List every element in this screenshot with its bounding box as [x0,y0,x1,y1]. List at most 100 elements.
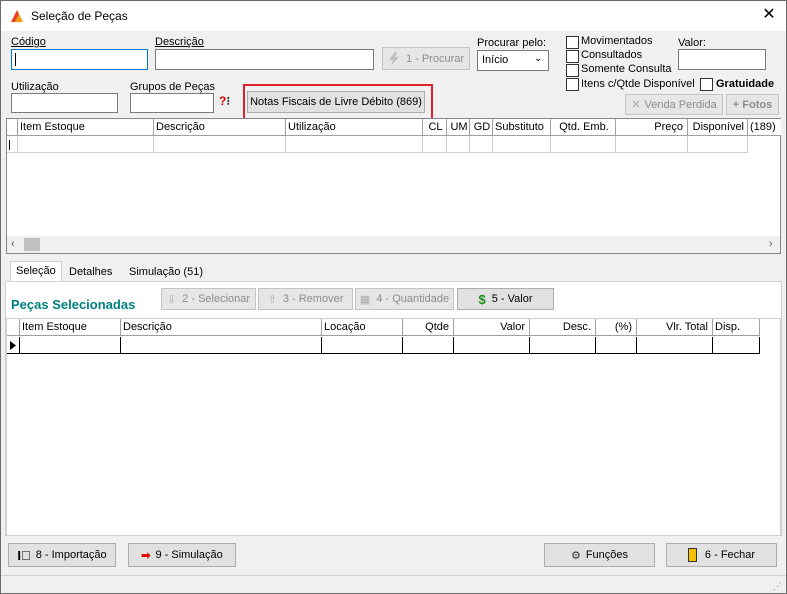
col-disponivel[interactable]: Disponível [688,119,748,136]
col-utilizacao[interactable]: Utilização [286,119,423,136]
app-logo-icon [11,10,23,22]
remover-button[interactable]: ⇧ 3 - Remover [258,288,353,310]
col-gd[interactable]: GD [470,119,493,136]
valor-button[interactable]: $5 - Valor [457,288,554,310]
table-cell[interactable] [713,337,760,354]
table-cell[interactable] [688,136,748,153]
import-icon: Ι⃝ [17,547,31,563]
help-lookup-icon[interactable]: ?⁝ [219,94,239,112]
functions-icon: ⚙ [570,549,581,562]
col-percent[interactable]: (%) [596,319,637,336]
itens-qtde-checkbox[interactable] [566,78,579,91]
resize-grip-icon[interactable]: ⋰ [773,581,782,592]
descricao-input[interactable] [155,49,374,70]
col-qtd-emb[interactable]: Qtd. Emb. [551,119,616,136]
table-cell[interactable] [403,337,454,354]
valor-input[interactable] [678,49,766,70]
text-cursor [15,53,16,66]
table-cell[interactable] [470,136,493,153]
procurar-pelo-label: Procurar pelo: [477,37,547,49]
col-desc[interactable]: Desc. [530,319,596,336]
table-cell[interactable] [551,136,616,153]
somente-consulta-label: Somente Consulta [581,63,672,75]
tab-detalhes[interactable]: Detalhes [64,263,117,281]
no-sale-icon: ✕ [631,99,641,111]
tab-simulacao[interactable]: Simulação (51) [124,263,208,281]
notas-fiscais-button[interactable]: Notas Fiscais de Livre Débito (869) [247,91,425,113]
procurar-pelo-select[interactable]: Início ⌄ [477,50,549,71]
arrow-right-icon: ➡ [141,549,151,562]
fotos-button[interactable]: + Fotos [726,94,779,115]
row-indicator-header [7,119,18,136]
col-locacao[interactable]: Locação [322,319,403,336]
venda-perdida-button[interactable]: ✕ Venda Perdida [625,94,723,115]
title-bar: Seleção de Peças ✕ [1,1,786,31]
selecionar-button[interactable]: ⇩ 2 - Selecionar [161,288,256,310]
scroll-right-icon[interactable]: › [769,238,773,250]
quantity-icon: ▦ [359,293,371,306]
col-substituto[interactable]: Substituto [493,119,551,136]
grupos-label: Grupos de Peças [130,81,215,93]
table-cell[interactable] [637,337,713,354]
funcoes-button[interactable]: ⚙ Funções [544,543,655,567]
procurar-button[interactable]: 1 - Procurar [382,47,470,70]
row-pointer-icon [10,341,16,350]
row-indicator [7,337,20,354]
col-um[interactable]: UM [447,119,470,136]
items-grid[interactable]: Item Estoque Descrição Utilização CL UM … [6,118,781,254]
door-icon [687,548,697,562]
row-indicator-header [7,319,20,336]
descricao-label: Descrição [155,36,204,48]
table-cell[interactable] [493,136,551,153]
gratuidade-checkbox[interactable] [700,78,713,91]
grupos-input[interactable] [130,93,214,113]
col-descricao[interactable]: Descrição [154,119,286,136]
col-preco[interactable]: Preço [616,119,688,136]
table-cell[interactable] [322,337,403,354]
consultados-label: Consultados [581,49,643,61]
table-cell[interactable] [121,337,322,354]
table-cell[interactable] [20,337,121,354]
arrow-up-icon: ⇧ [267,293,277,306]
table-cell[interactable] [454,337,530,354]
col-disp[interactable]: Disp. [713,319,760,336]
codigo-input[interactable] [11,49,148,70]
table-cell[interactable] [530,337,596,354]
selected-grid[interactable]: Item Estoque Descrição Locação Qtde Valo… [6,318,781,536]
table-cell[interactable] [447,136,470,153]
window-title: Seleção de Peças [31,9,128,23]
quantidade-button[interactable]: ▦ 4 - Quantidade [355,288,454,310]
table-cell[interactable] [18,136,154,153]
utilizacao-input[interactable] [11,93,118,113]
window: Seleção de Peças ✕ Código Descrição Proc… [0,0,787,594]
table-cell[interactable] [616,136,688,153]
row-indicator [7,136,18,153]
dollar-icon: $ [478,291,486,307]
importacao-button[interactable]: Ι⃝ 8 - Importação [8,543,116,567]
fechar-button[interactable]: 6 - Fechar [666,543,777,567]
col-qtde[interactable]: Qtde [403,319,454,336]
col-count[interactable]: (189) [748,119,781,136]
somente-consulta-checkbox[interactable] [566,64,579,77]
col-vlr-total[interactable]: Vlr. Total [637,319,713,336]
col-cl[interactable]: CL [423,119,447,136]
arrow-down-icon: ⇩ [166,293,177,306]
table-cell[interactable] [423,136,447,153]
table-cell[interactable] [596,337,637,354]
movimentados-checkbox[interactable] [566,36,579,49]
horizontal-scrollbar[interactable]: ‹ › [7,236,780,253]
scroll-thumb[interactable] [24,238,40,251]
table-cell[interactable] [286,136,423,153]
pecas-selecionadas-heading: Peças Selecionadas [11,297,136,312]
scroll-left-icon[interactable]: ‹ [11,238,15,250]
col-valor[interactable]: Valor [454,319,530,336]
movimentados-label: Movimentados [581,35,653,47]
table-cell[interactable] [154,136,286,153]
col-descricao[interactable]: Descrição [121,319,322,336]
col-item-estoque[interactable]: Item Estoque [20,319,121,336]
consultados-checkbox[interactable] [566,50,579,63]
simulacao-button[interactable]: ➡ 9 - Simulação [128,543,236,567]
close-icon[interactable]: ✕ [759,5,779,25]
col-item-estoque[interactable]: Item Estoque [18,119,154,136]
tab-selecao[interactable]: Seleção [10,261,62,282]
